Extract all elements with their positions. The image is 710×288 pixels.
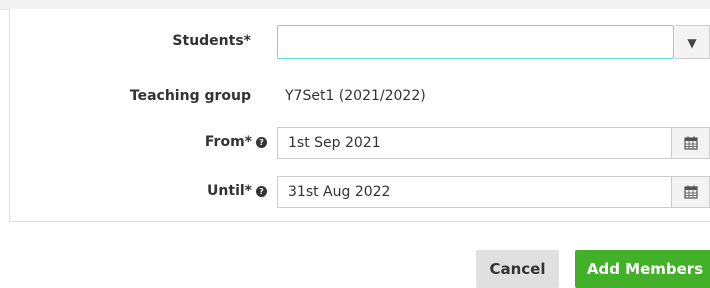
help-icon[interactable]: ?	[256, 137, 267, 148]
add-members-button[interactable]: Add Members	[575, 250, 710, 288]
students-label-text: Students*	[172, 33, 251, 49]
students-select[interactable]	[277, 25, 674, 59]
cancel-button[interactable]: Cancel	[476, 250, 559, 288]
from-label: From*?	[205, 134, 267, 150]
from-calendar-button[interactable]	[671, 127, 710, 159]
help-icon[interactable]: ?	[256, 186, 267, 197]
from-date-input[interactable]: 1st Sep 2021	[277, 127, 671, 159]
teaching-group-label: Teaching group	[130, 88, 251, 104]
calendar-icon	[683, 136, 698, 150]
until-calendar-button[interactable]	[671, 176, 710, 208]
until-label-text: Until*	[207, 183, 252, 199]
calendar-icon	[683, 185, 698, 199]
teaching-group-value: Y7Set1 (2021/2022)	[285, 88, 426, 104]
teaching-group-label-text: Teaching group	[129, 88, 251, 104]
until-label: Until*?	[207, 183, 267, 199]
until-date-input[interactable]: 31st Aug 2022	[277, 176, 671, 208]
add-members-dialog: Students* ▼ Teaching group Y7Set1 (2021/…	[0, 0, 710, 288]
from-label-text: From*	[204, 134, 252, 150]
students-dropdown-toggle[interactable]: ▼	[675, 25, 710, 59]
students-label: Students*	[172, 33, 251, 49]
chevron-down-icon: ▼	[687, 36, 697, 50]
